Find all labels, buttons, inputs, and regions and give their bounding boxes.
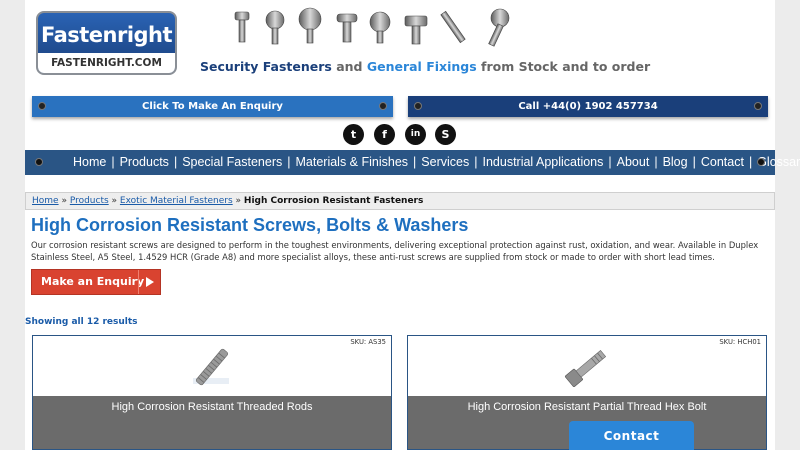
logo-url-text: FASTENRIGHT.COM: [38, 53, 175, 73]
contact-tab-button[interactable]: Contact: [569, 421, 694, 450]
nav-item-special-fasteners[interactable]: Special Fasteners: [182, 155, 282, 169]
logo-text: Fastenright: [40, 23, 173, 47]
results-count: Showing all 12 results: [25, 317, 138, 327]
nav-item-blog[interactable]: Blog: [663, 155, 688, 169]
nav-separator: |: [692, 155, 696, 169]
nav-separator: |: [413, 155, 417, 169]
tagline-rest: from Stock and to order: [476, 59, 651, 74]
product-card[interactable]: SKU: AS35 High Corrosion Resistant Threa…: [32, 335, 392, 450]
skype-icon[interactable]: S: [435, 124, 456, 145]
call-bar-button[interactable]: Call +44(0) 1902 457734: [408, 96, 768, 117]
tagline-security: Security Fasteners: [200, 59, 332, 74]
call-bar-label: Call +44(0) 1902 457734: [518, 101, 658, 112]
product-sku: SKU: AS35: [350, 338, 386, 346]
enquiry-bar-button[interactable]: Click To Make An Enquiry: [32, 96, 393, 117]
page: Fastenright FASTENRIGHT.COM Security Fas…: [25, 0, 800, 450]
product-sku: SKU: HCH01: [719, 338, 761, 346]
nav-separator: |: [474, 155, 478, 169]
screw-icon: [379, 102, 387, 110]
fastener-banner-image: [234, 7, 510, 47]
screw-icon: [414, 102, 422, 110]
screw-icon: [754, 102, 762, 110]
twitter-icon[interactable]: t: [343, 124, 364, 145]
breadcrumb-separator: »: [232, 196, 244, 206]
nav-item-services[interactable]: Services: [421, 155, 469, 169]
breadcrumb-products-link[interactable]: Products: [70, 196, 109, 206]
nav-item-contact[interactable]: Contact: [701, 155, 744, 169]
page-intro: Our corrosion resistant screws are desig…: [31, 240, 759, 262]
facebook-icon[interactable]: f: [374, 124, 395, 145]
tagline-general: General Fixings: [366, 59, 477, 74]
breadcrumb-separator: »: [108, 196, 120, 206]
linkedin-icon[interactable]: in: [405, 124, 426, 145]
make-enquiry-button[interactable]: Make an Enquiry: [31, 269, 161, 295]
nav-items: Home | Products | Special Fasteners | Material…: [73, 150, 800, 175]
nav-separator: |: [287, 155, 291, 169]
tagline-and: and: [331, 59, 367, 74]
threaded-rod-image: [193, 348, 229, 386]
breadcrumb-category-link[interactable]: Exotic Material Fasteners: [120, 196, 233, 206]
main-nav: Home | Products | Special Fasteners | Material…: [25, 150, 800, 175]
enquiry-bar-label: Click To Make An Enquiry: [142, 101, 283, 112]
hex-bolt-image: [564, 350, 607, 388]
nav-separator: |: [173, 155, 178, 169]
page-title: High Corrosion Resistant Screws, Bolts &…: [31, 215, 469, 235]
breadcrumb: Home » Products » Exotic Material Fasten…: [25, 192, 775, 210]
nav-separator: |: [748, 155, 753, 169]
product-name[interactable]: High Corrosion Resistant Threaded Rods: [33, 396, 391, 449]
nav-separator: |: [111, 155, 115, 169]
nav-item-products[interactable]: Products: [120, 155, 169, 169]
nav-separator: |: [654, 155, 658, 169]
screw-icon: [35, 158, 43, 166]
screw-icon: [757, 158, 765, 166]
site-tagline: Security Fasteners and General Fixings f…: [200, 59, 650, 74]
breadcrumb-separator: »: [58, 196, 70, 206]
arrow-right-icon: [138, 270, 160, 294]
nav-item-home[interactable]: Home: [73, 155, 106, 169]
nav-item-about[interactable]: About: [617, 155, 650, 169]
screw-icon: [38, 102, 46, 110]
nav-item-industrial-applications[interactable]: Industrial Applications: [482, 155, 603, 169]
nav-item-materials-finishes[interactable]: Materials & Finishes: [296, 155, 409, 169]
breadcrumb-current: High Corrosion Resistant Fasteners: [243, 196, 424, 206]
nav-separator: |: [608, 155, 612, 169]
breadcrumb-home-link[interactable]: Home: [32, 196, 59, 206]
make-enquiry-label: Make an Enquiry: [41, 275, 145, 288]
site-logo[interactable]: Fastenright FASTENRIGHT.COM: [36, 11, 177, 75]
